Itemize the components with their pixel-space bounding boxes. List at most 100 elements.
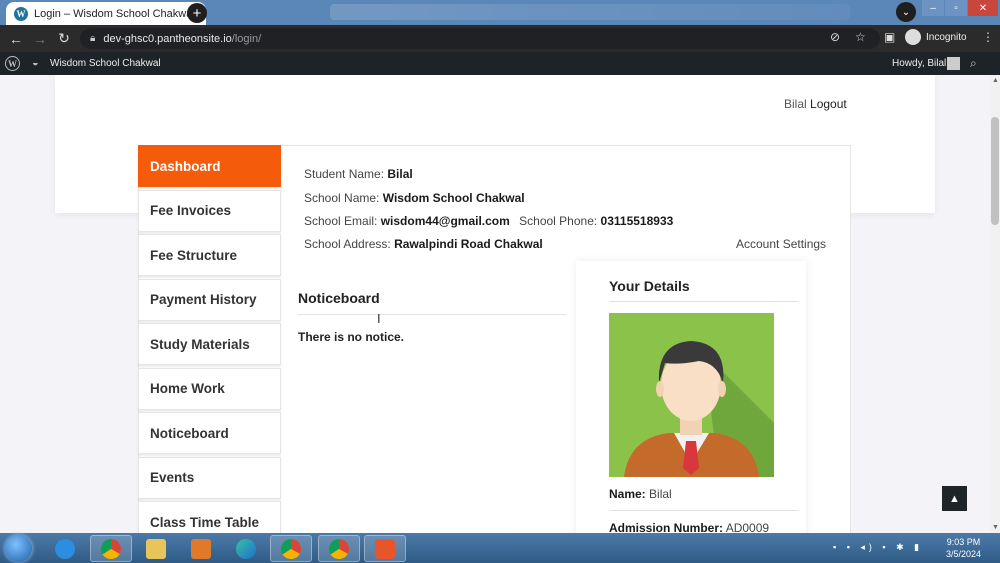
school-name-label: School Name:: [304, 191, 380, 205]
school-name-row: School Name: Wisdom School Chakwal: [304, 191, 525, 205]
taskbar-clock[interactable]: 9:03 PM 3/5/2024: [946, 536, 981, 560]
url-text: dev-ghsc0.pantheonsite.io/login/: [103, 33, 261, 45]
sidebar-item-dashboard[interactable]: Dashboard: [138, 145, 281, 187]
internet-explorer-icon: [55, 538, 75, 559]
dashboard-gauge-icon: ◒: [32, 57, 39, 69]
scrollbar-thumb[interactable]: [991, 117, 999, 225]
url-path: /login/: [231, 32, 262, 45]
details-divider: [609, 301, 799, 302]
howdy-user[interactable]: Howdy, Bilal: [892, 58, 946, 69]
side-panel-icon[interactable]: ▣: [884, 30, 895, 44]
search-icon[interactable]: ⌕: [970, 56, 977, 71]
admin-site-name[interactable]: Wisdom School Chakwal: [50, 58, 161, 69]
noticeboard-title: Noticeboard: [298, 290, 380, 306]
sidebar-item-fee-structure[interactable]: Fee Structure: [138, 234, 281, 276]
wp-admin-bar: W ◒ Wisdom School Chakwal Howdy, Bilal ⌕: [0, 52, 1000, 75]
chrome-icon: [101, 538, 121, 559]
school-address-row: School Address: Rawalpindi Road Chakwal: [304, 237, 543, 251]
student-name-value: Bilal: [387, 167, 413, 181]
close-window-button[interactable]: ✕: [968, 0, 998, 16]
url-host: dev-ghsc0.pantheonsite.io: [103, 32, 232, 45]
browser-tab-strip: W Login – Wisdom School Chakwal ✕ + ⌄ – …: [0, 0, 1000, 25]
noticeboard-divider: [298, 314, 566, 315]
your-details-title: Your Details: [609, 278, 690, 294]
bookmark-star-icon[interactable]: ☆: [855, 30, 866, 44]
folder-icon: [146, 538, 166, 559]
page-scrollbar[interactable]: ▲ ▼: [990, 75, 1000, 533]
details-admission-label: Admission Number:: [609, 521, 724, 533]
profile-label: Incognito: [926, 31, 967, 43]
incognito-profile[interactable]: Incognito: [905, 29, 967, 45]
taskbar-edge[interactable]: [225, 535, 267, 562]
wordpress-logo-icon[interactable]: W: [5, 56, 20, 71]
tab-search-button[interactable]: ⌄: [896, 2, 916, 22]
sidebar-item-fee-invoices[interactable]: Fee Invoices: [138, 189, 281, 232]
scroll-up-icon[interactable]: ▲: [992, 77, 999, 84]
school-phone-value: 03115518933: [600, 214, 674, 228]
forward-button[interactable]: →: [28, 31, 52, 47]
taskbar-chrome-3[interactable]: [318, 535, 360, 562]
system-tray-icons[interactable]: ▪ ▪ ◂) ▪ ✱ ▮: [833, 542, 923, 553]
clock-time: 9:03 PM: [946, 537, 981, 547]
student-name-row: Student Name: Bilal: [304, 167, 413, 181]
sidebar-item-home-work[interactable]: Home Work: [138, 367, 281, 410]
text-cursor-icon: I: [377, 311, 381, 326]
details-divider-2: [609, 510, 799, 511]
sidebar-item-events[interactable]: Events: [138, 456, 281, 499]
school-name-value: Wisdom School Chakwal: [382, 191, 525, 205]
address-bar[interactable]: 🔒︎ dev-ghsc0.pantheonsite.io/login/: [80, 28, 880, 49]
back-button[interactable]: ←: [4, 31, 28, 47]
browser-tab[interactable]: W Login – Wisdom School Chakwal ✕: [6, 2, 206, 25]
sidebar-item-payment-history[interactable]: Payment History: [138, 278, 281, 321]
windows-taskbar: ▪ ▪ ◂) ▪ ✱ ▮ 9:03 PM 3/5/2024: [0, 533, 1000, 563]
top-user-nav: Bilal Logout: [784, 97, 847, 111]
page-viewport: Bilal Logout Dashboard Fee Invoices Fee …: [0, 75, 990, 533]
taskbar-camtasia[interactable]: [364, 535, 406, 562]
sidebar-item-study-materials[interactable]: Study Materials: [138, 323, 281, 365]
details-name-row: Name: Bilal: [609, 487, 672, 501]
details-name-label: Name:: [609, 487, 646, 501]
menu-kebab-icon[interactable]: ⋮: [982, 30, 994, 44]
tab-title: Login – Wisdom School Chakwal: [34, 7, 188, 20]
new-tab-button[interactable]: +: [187, 3, 207, 23]
your-details-card: Your Details Name: Bilal Admission Numbe…: [576, 261, 806, 533]
sidebar-item-class-time-table[interactable]: Class Time Table: [138, 501, 281, 533]
noticeboard-empty-text: There is no notice.: [298, 330, 405, 344]
logout-link[interactable]: Logout: [810, 97, 847, 111]
lock-icon: 🔒︎: [90, 33, 96, 44]
student-avatar-icon: [624, 341, 774, 477]
scroll-down-icon[interactable]: ▼: [992, 524, 999, 531]
background-tabs: [330, 4, 850, 20]
taskbar-explorer[interactable]: [135, 535, 177, 562]
maximize-button[interactable]: ▫: [945, 0, 967, 16]
sidebar-menu: Dashboard Fee Invoices Fee Structure Pay…: [138, 145, 281, 533]
wordpress-favicon-icon: W: [14, 6, 28, 21]
account-settings-link[interactable]: Account Settings: [736, 237, 826, 251]
student-name-label: Student Name:: [304, 167, 385, 181]
student-avatar-image: [609, 313, 774, 477]
clock-date: 3/5/2024: [946, 549, 982, 559]
school-email-value: wisdom44@gmail.com: [380, 214, 510, 228]
minimize-button[interactable]: –: [922, 0, 944, 16]
details-admission-row: Admission Number: AD0009: [609, 521, 769, 533]
taskbar-chrome-2[interactable]: [270, 535, 312, 562]
header-username[interactable]: Bilal: [784, 97, 807, 111]
media-player-icon: [191, 538, 211, 559]
user-avatar[interactable]: [947, 57, 960, 70]
reload-button[interactable]: ↻: [52, 30, 76, 47]
taskbar-ie[interactable]: [44, 535, 86, 562]
start-button[interactable]: [5, 535, 32, 562]
edge-icon: [236, 538, 256, 559]
school-email-label: School Email:: [304, 214, 378, 228]
browser-toolbar: ← → ↻ 🔒︎ dev-ghsc0.pantheonsite.io/login…: [0, 25, 1000, 52]
school-phone-label: School Phone:: [519, 214, 598, 228]
details-admission-value: AD0009: [725, 521, 770, 533]
scroll-to-top-button[interactable]: ▲: [942, 486, 967, 511]
taskbar-media[interactable]: [180, 535, 222, 562]
school-address-value: Rawalpindi Road Chakwal: [394, 237, 543, 251]
taskbar-chrome-1[interactable]: [90, 535, 132, 562]
sidebar-item-noticeboard[interactable]: Noticeboard: [138, 412, 281, 454]
camtasia-icon: [375, 538, 395, 559]
incognito-icon: [905, 29, 921, 45]
eye-off-icon[interactable]: ⊘: [830, 30, 840, 44]
